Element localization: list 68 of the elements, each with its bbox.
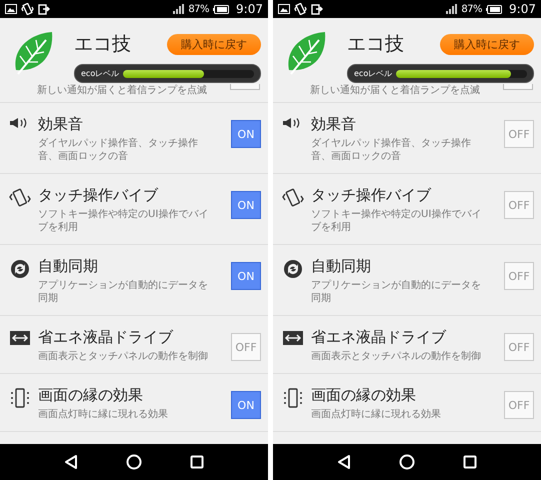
setting-title: 画面の縁の効果 xyxy=(311,385,417,405)
setting-description: 画面表示とタッチパネルの動作を制御 xyxy=(311,350,482,363)
home-icon[interactable] xyxy=(126,454,142,470)
toggle-switch[interactable]: OFF xyxy=(504,333,534,361)
clock-time: 9:07 xyxy=(509,2,536,16)
vibrate-icon xyxy=(9,188,31,208)
vibrate-icon xyxy=(21,3,34,15)
setting-title: 省エネ液晶ドライブ xyxy=(38,327,174,347)
toggle-switch[interactable] xyxy=(230,84,260,90)
toggle-switch[interactable]: ON xyxy=(231,262,261,290)
toggle-switch[interactable]: ON xyxy=(231,120,261,148)
toggle-switch[interactable]: OFF xyxy=(504,262,534,290)
sync-icon xyxy=(10,259,30,279)
vibrate-icon xyxy=(282,188,304,208)
restore-defaults-button[interactable]: 購入時に戻す xyxy=(167,34,261,54)
battery-icon xyxy=(213,4,230,14)
battery-percent: 87% xyxy=(461,4,482,14)
setting-title: 省エネ液晶ドライブ xyxy=(311,327,448,347)
image-icon xyxy=(5,4,17,14)
setting-description: 画面点灯時に縁に現れる効果 xyxy=(311,408,442,421)
image-icon xyxy=(278,4,290,14)
phone-edge-icon xyxy=(9,388,31,408)
setting-description: ソフトキー操作や特定のUI操作でバイブを利用 xyxy=(311,208,482,234)
toggle-switch[interactable]: ON xyxy=(231,391,261,419)
setting-title: 効果音 xyxy=(311,114,357,134)
back-icon[interactable] xyxy=(64,454,78,470)
screen-icon xyxy=(38,4,50,14)
battery-icon xyxy=(486,4,502,14)
back-icon[interactable] xyxy=(337,454,351,470)
battery-percent: 87% xyxy=(188,4,210,14)
toggle-switch[interactable]: ON xyxy=(231,191,261,219)
toggle-switch[interactable]: OFF xyxy=(504,391,534,419)
toggle-switch[interactable]: OFF xyxy=(504,120,534,148)
app-title: エコ技 xyxy=(347,32,405,57)
signal-icon xyxy=(173,4,184,14)
setting-description: アプリケーションが自動的にデータを同期 xyxy=(38,279,209,305)
display-icon xyxy=(282,330,304,346)
setting-title: タッチ操作バイブ xyxy=(311,185,432,205)
setting-title: 効果音 xyxy=(38,114,84,134)
restore-defaults-button[interactable]: 購入時に戻す xyxy=(440,34,534,54)
toggle-switch[interactable]: OFF xyxy=(231,333,261,361)
setting-title: タッチ操作バイブ xyxy=(38,185,160,205)
toggle-switch[interactable] xyxy=(503,84,533,90)
recent-apps-icon[interactable] xyxy=(463,455,477,469)
setting-description: アプリケーションが自動的にデータを同期 xyxy=(311,279,482,305)
setting-description: 新しい通知が届くと着信ランプを点滅 xyxy=(37,84,208,98)
screen-icon xyxy=(311,4,323,14)
eco-level-label: ecoレベル xyxy=(354,68,392,79)
display-icon xyxy=(9,330,31,346)
clock-time: 9:07 xyxy=(236,2,263,16)
toggle-switch[interactable]: OFF xyxy=(504,191,534,219)
setting-description: ダイヤルパッド操作音、タッチ操作音、画面ロックの音 xyxy=(311,137,472,163)
setting-title: 画面の縁の効果 xyxy=(38,385,144,405)
setting-title: 自動同期 xyxy=(38,256,99,276)
setting-description: 画面点灯時に縁に現れる効果 xyxy=(38,408,169,421)
vibrate-icon xyxy=(294,3,307,15)
setting-title: 自動同期 xyxy=(311,256,372,276)
setting-description: ダイヤルパッド操作音、タッチ操作音、画面ロックの音 xyxy=(38,137,199,163)
signal-icon xyxy=(446,4,458,14)
setting-description: 新しい通知が届くと着信ランプを点滅 xyxy=(310,84,481,98)
eco-level-label: ecoレベル xyxy=(81,68,120,79)
home-icon[interactable] xyxy=(399,454,415,470)
app-title: エコ技 xyxy=(74,32,132,57)
phone-edge-icon xyxy=(282,388,304,408)
setting-description: ソフトキー操作や特定のUI操作でバイブを利用 xyxy=(38,208,210,234)
setting-description: 画面表示とタッチパネルの動作を制御 xyxy=(38,350,209,363)
recent-apps-icon[interactable] xyxy=(190,455,204,469)
sync-icon xyxy=(283,259,303,279)
